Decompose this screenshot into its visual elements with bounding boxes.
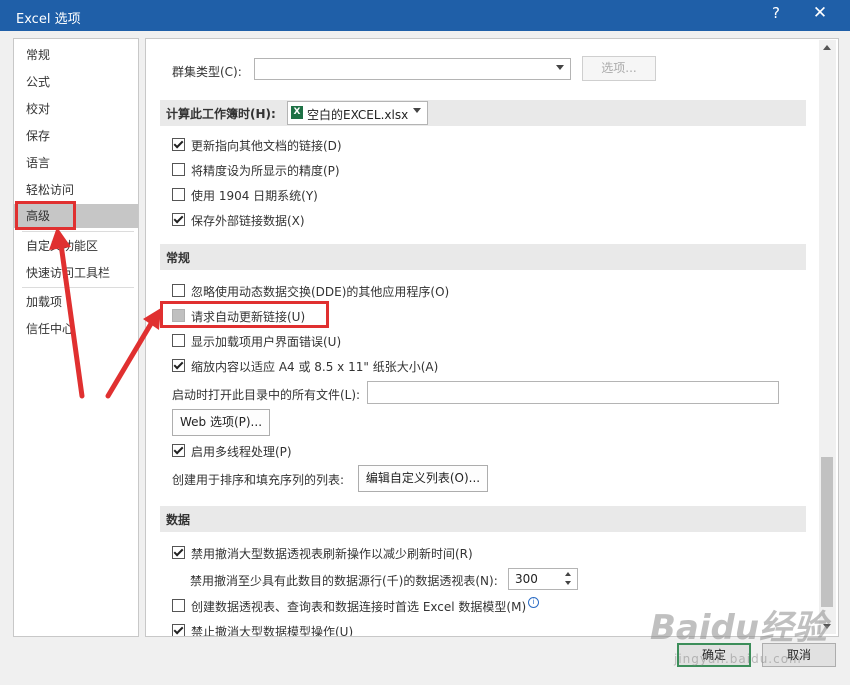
red-arrow-icon xyxy=(57,234,85,399)
watermark-domain: jingyan.baidu.com xyxy=(674,652,802,666)
red-arrow-icon xyxy=(105,319,155,399)
red-arrowhead-icon xyxy=(49,227,71,250)
annotation-arrows xyxy=(49,227,161,399)
watermark-brand: Baidu经验 xyxy=(650,608,828,648)
watermark: Baidu经验 jingyan.baidu.com xyxy=(648,600,848,680)
